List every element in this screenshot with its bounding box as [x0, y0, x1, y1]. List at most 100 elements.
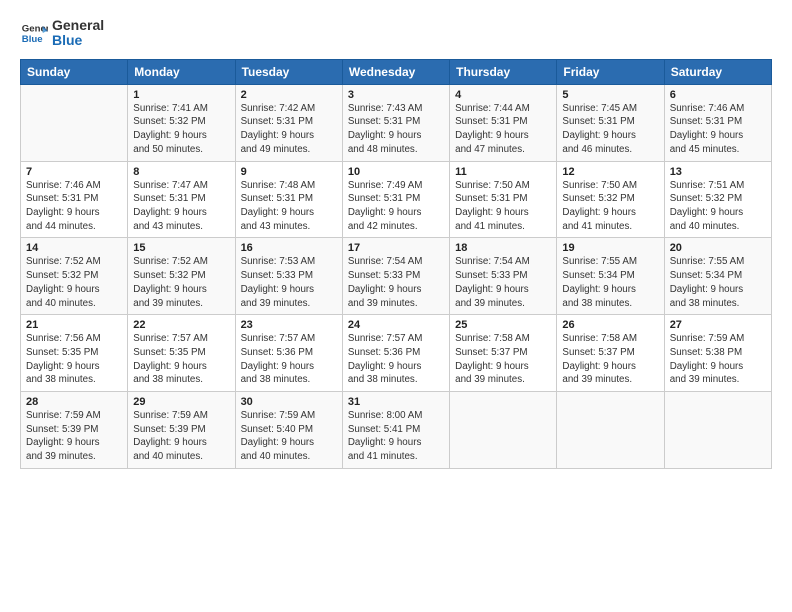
day-number: 14 — [26, 242, 122, 254]
day-info: Sunrise: 7:59 AMSunset: 5:40 PMDaylight:… — [241, 409, 337, 464]
day-number: 30 — [241, 396, 337, 408]
day-number: 25 — [455, 319, 551, 331]
day-info: Sunrise: 7:58 AMSunset: 5:37 PMDaylight:… — [562, 332, 658, 387]
day-info: Sunrise: 7:43 AMSunset: 5:31 PMDaylight:… — [348, 102, 444, 157]
calendar-cell: 7Sunrise: 7:46 AMSunset: 5:31 PMDaylight… — [21, 161, 128, 238]
day-number: 20 — [670, 242, 766, 254]
day-info: Sunrise: 7:57 AMSunset: 5:36 PMDaylight:… — [348, 332, 444, 387]
day-info: Sunrise: 8:00 AMSunset: 5:41 PMDaylight:… — [348, 409, 444, 464]
calendar-cell: 16Sunrise: 7:53 AMSunset: 5:33 PMDayligh… — [235, 238, 342, 315]
header-tuesday: Tuesday — [235, 59, 342, 84]
calendar-week-1: 1Sunrise: 7:41 AMSunset: 5:32 PMDaylight… — [21, 84, 772, 161]
day-number: 16 — [241, 242, 337, 254]
calendar-week-3: 14Sunrise: 7:52 AMSunset: 5:32 PMDayligh… — [21, 238, 772, 315]
day-info: Sunrise: 7:41 AMSunset: 5:32 PMDaylight:… — [133, 102, 229, 157]
day-number: 23 — [241, 319, 337, 331]
calendar-cell: 30Sunrise: 7:59 AMSunset: 5:40 PMDayligh… — [235, 392, 342, 469]
header-saturday: Saturday — [664, 59, 771, 84]
day-info: Sunrise: 7:52 AMSunset: 5:32 PMDaylight:… — [133, 255, 229, 310]
day-info: Sunrise: 7:42 AMSunset: 5:31 PMDaylight:… — [241, 102, 337, 157]
day-number: 26 — [562, 319, 658, 331]
day-info: Sunrise: 7:57 AMSunset: 5:36 PMDaylight:… — [241, 332, 337, 387]
calendar-cell: 6Sunrise: 7:46 AMSunset: 5:31 PMDaylight… — [664, 84, 771, 161]
calendar-cell: 27Sunrise: 7:59 AMSunset: 5:38 PMDayligh… — [664, 315, 771, 392]
day-info: Sunrise: 7:58 AMSunset: 5:37 PMDaylight:… — [455, 332, 551, 387]
calendar-cell — [557, 392, 664, 469]
calendar-cell: 24Sunrise: 7:57 AMSunset: 5:36 PMDayligh… — [342, 315, 449, 392]
day-number: 13 — [670, 166, 766, 178]
header-friday: Friday — [557, 59, 664, 84]
calendar-cell — [21, 84, 128, 161]
day-info: Sunrise: 7:44 AMSunset: 5:31 PMDaylight:… — [455, 102, 551, 157]
header-thursday: Thursday — [450, 59, 557, 84]
calendar-cell: 17Sunrise: 7:54 AMSunset: 5:33 PMDayligh… — [342, 238, 449, 315]
day-info: Sunrise: 7:45 AMSunset: 5:31 PMDaylight:… — [562, 102, 658, 157]
header-sunday: Sunday — [21, 59, 128, 84]
calendar-cell: 1Sunrise: 7:41 AMSunset: 5:32 PMDaylight… — [128, 84, 235, 161]
day-number: 3 — [348, 89, 444, 101]
day-number: 18 — [455, 242, 551, 254]
calendar-week-4: 21Sunrise: 7:56 AMSunset: 5:35 PMDayligh… — [21, 315, 772, 392]
day-info: Sunrise: 7:47 AMSunset: 5:31 PMDaylight:… — [133, 179, 229, 234]
day-info: Sunrise: 7:54 AMSunset: 5:33 PMDaylight:… — [348, 255, 444, 310]
header-wednesday: Wednesday — [342, 59, 449, 84]
calendar-cell: 23Sunrise: 7:57 AMSunset: 5:36 PMDayligh… — [235, 315, 342, 392]
calendar-cell: 11Sunrise: 7:50 AMSunset: 5:31 PMDayligh… — [450, 161, 557, 238]
calendar-cell: 5Sunrise: 7:45 AMSunset: 5:31 PMDaylight… — [557, 84, 664, 161]
logo-blue: Blue — [52, 33, 104, 48]
calendar-cell: 14Sunrise: 7:52 AMSunset: 5:32 PMDayligh… — [21, 238, 128, 315]
header-monday: Monday — [128, 59, 235, 84]
day-number: 10 — [348, 166, 444, 178]
day-number: 12 — [562, 166, 658, 178]
calendar-cell — [450, 392, 557, 469]
calendar-cell: 13Sunrise: 7:51 AMSunset: 5:32 PMDayligh… — [664, 161, 771, 238]
logo-icon: General Blue — [20, 19, 48, 47]
calendar-cell: 31Sunrise: 8:00 AMSunset: 5:41 PMDayligh… — [342, 392, 449, 469]
calendar-cell: 26Sunrise: 7:58 AMSunset: 5:37 PMDayligh… — [557, 315, 664, 392]
day-number: 15 — [133, 242, 229, 254]
day-number: 29 — [133, 396, 229, 408]
day-number: 31 — [348, 396, 444, 408]
calendar-cell: 12Sunrise: 7:50 AMSunset: 5:32 PMDayligh… — [557, 161, 664, 238]
calendar-table: SundayMondayTuesdayWednesdayThursdayFrid… — [20, 59, 772, 469]
calendar-cell: 18Sunrise: 7:54 AMSunset: 5:33 PMDayligh… — [450, 238, 557, 315]
day-info: Sunrise: 7:53 AMSunset: 5:33 PMDaylight:… — [241, 255, 337, 310]
calendar-cell: 21Sunrise: 7:56 AMSunset: 5:35 PMDayligh… — [21, 315, 128, 392]
page: General Blue General Blue SundayMondayTu… — [0, 0, 792, 612]
day-info: Sunrise: 7:57 AMSunset: 5:35 PMDaylight:… — [133, 332, 229, 387]
day-info: Sunrise: 7:51 AMSunset: 5:32 PMDaylight:… — [670, 179, 766, 234]
calendar-cell: 19Sunrise: 7:55 AMSunset: 5:34 PMDayligh… — [557, 238, 664, 315]
day-number: 22 — [133, 319, 229, 331]
calendar-cell: 29Sunrise: 7:59 AMSunset: 5:39 PMDayligh… — [128, 392, 235, 469]
day-number: 7 — [26, 166, 122, 178]
day-number: 24 — [348, 319, 444, 331]
day-number: 4 — [455, 89, 551, 101]
calendar-cell — [664, 392, 771, 469]
day-number: 1 — [133, 89, 229, 101]
day-number: 6 — [670, 89, 766, 101]
logo: General Blue General Blue — [20, 18, 104, 49]
day-info: Sunrise: 7:59 AMSunset: 5:39 PMDaylight:… — [26, 409, 122, 464]
calendar-header-row: SundayMondayTuesdayWednesdayThursdayFrid… — [21, 59, 772, 84]
calendar-week-2: 7Sunrise: 7:46 AMSunset: 5:31 PMDaylight… — [21, 161, 772, 238]
day-info: Sunrise: 7:56 AMSunset: 5:35 PMDaylight:… — [26, 332, 122, 387]
day-number: 9 — [241, 166, 337, 178]
day-info: Sunrise: 7:50 AMSunset: 5:31 PMDaylight:… — [455, 179, 551, 234]
day-number: 28 — [26, 396, 122, 408]
calendar-cell: 9Sunrise: 7:48 AMSunset: 5:31 PMDaylight… — [235, 161, 342, 238]
calendar-cell: 20Sunrise: 7:55 AMSunset: 5:34 PMDayligh… — [664, 238, 771, 315]
day-info: Sunrise: 7:54 AMSunset: 5:33 PMDaylight:… — [455, 255, 551, 310]
day-number: 5 — [562, 89, 658, 101]
calendar-cell: 4Sunrise: 7:44 AMSunset: 5:31 PMDaylight… — [450, 84, 557, 161]
calendar-cell: 8Sunrise: 7:47 AMSunset: 5:31 PMDaylight… — [128, 161, 235, 238]
day-info: Sunrise: 7:49 AMSunset: 5:31 PMDaylight:… — [348, 179, 444, 234]
day-number: 8 — [133, 166, 229, 178]
calendar-cell: 15Sunrise: 7:52 AMSunset: 5:32 PMDayligh… — [128, 238, 235, 315]
svg-text:Blue: Blue — [22, 34, 43, 45]
day-info: Sunrise: 7:52 AMSunset: 5:32 PMDaylight:… — [26, 255, 122, 310]
calendar-cell: 10Sunrise: 7:49 AMSunset: 5:31 PMDayligh… — [342, 161, 449, 238]
calendar-cell: 3Sunrise: 7:43 AMSunset: 5:31 PMDaylight… — [342, 84, 449, 161]
day-info: Sunrise: 7:46 AMSunset: 5:31 PMDaylight:… — [26, 179, 122, 234]
day-info: Sunrise: 7:55 AMSunset: 5:34 PMDaylight:… — [670, 255, 766, 310]
day-number: 17 — [348, 242, 444, 254]
